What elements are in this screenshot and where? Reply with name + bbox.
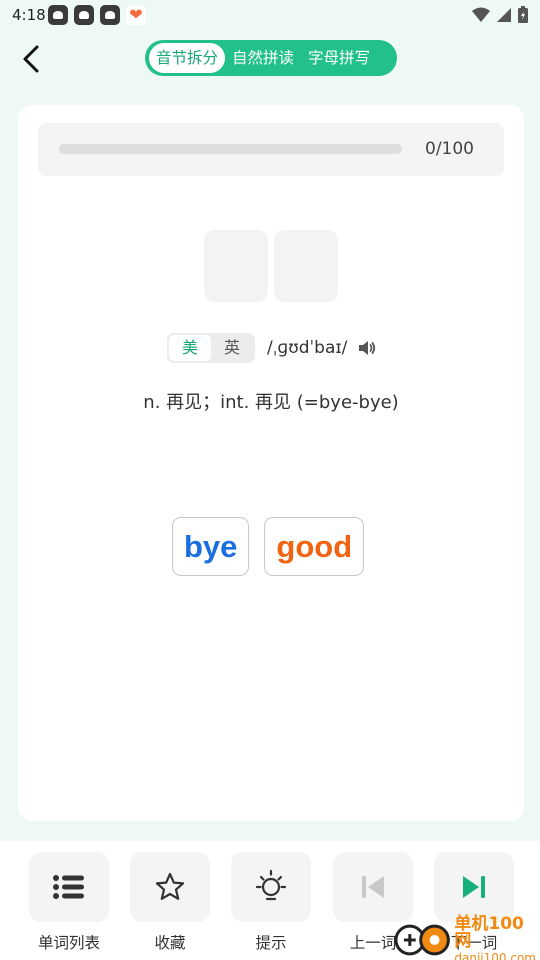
- app-notification-icon: [48, 5, 68, 25]
- watermark-title: 单机100网: [454, 914, 524, 951]
- skip-next-icon: [463, 876, 485, 898]
- skip-previous-icon: [362, 876, 384, 898]
- status-bar: 4:18 ❤: [0, 0, 540, 32]
- answer-slot[interactable]: [274, 230, 338, 302]
- status-time: 4:18: [12, 6, 46, 24]
- progress-bar: [59, 144, 402, 154]
- app-notification-icon: [74, 5, 94, 25]
- word-list-label: 单词列表: [37, 934, 100, 952]
- watermark: 单机100网 danji100.com: [393, 916, 540, 960]
- status-app-icons: ❤: [48, 5, 146, 25]
- answer-slot[interactable]: [204, 230, 268, 302]
- tab-spelling[interactable]: 字母拼写: [301, 43, 377, 73]
- favorite-label: 收藏: [154, 934, 186, 952]
- accent-toggle: 美 英: [167, 333, 255, 363]
- heart-app-icon: ❤: [126, 5, 146, 25]
- progress-box: 0/100: [38, 123, 504, 176]
- app-notification-icon: [100, 5, 120, 25]
- back-button[interactable]: [14, 42, 48, 76]
- wifi-icon: [472, 7, 490, 22]
- hint-label: 提示: [255, 934, 287, 952]
- signal-icon: [497, 7, 511, 22]
- accent-us-option[interactable]: 美: [169, 335, 211, 361]
- favorite-button[interactable]: 收藏: [130, 852, 210, 953]
- phonetic-text: /ˌɡʊdˈbaɪ/: [267, 338, 348, 358]
- word-card: 0/100 美 英 /ˌɡʊdˈbaɪ/ n. 再见；int. 再见 (=bye…: [18, 105, 524, 821]
- watermark-url: danji100.com: [454, 951, 536, 960]
- definition-text: n. 再见；int. 再见 (=bye-bye): [143, 392, 399, 413]
- chevron-left-icon: [23, 45, 39, 73]
- pronunciation-row: 美 英 /ˌɡʊdˈbaɪ/: [167, 333, 377, 363]
- watermark-logo: [394, 924, 450, 956]
- syllable-option-good[interactable]: good: [264, 517, 365, 576]
- progress-text: 0/100: [425, 139, 474, 159]
- star-icon: [155, 872, 185, 900]
- answer-slots: [204, 230, 338, 302]
- mode-tabs: 音节拆分 自然拼读 字母拼写: [145, 40, 397, 76]
- word-list-button[interactable]: 单词列表: [29, 852, 109, 953]
- hint-button[interactable]: 提示: [231, 852, 311, 953]
- syllable-options: bye good: [172, 517, 365, 576]
- speaker-icon[interactable]: [357, 338, 377, 358]
- tab-syllable-split[interactable]: 音节拆分: [149, 43, 226, 73]
- system-status-icons: [472, 6, 528, 23]
- tab-phonics[interactable]: 自然拼读: [225, 43, 301, 73]
- lightbulb-icon: [255, 869, 287, 901]
- list-icon: [53, 875, 84, 899]
- syllable-option-bye[interactable]: bye: [172, 517, 250, 576]
- accent-uk-option[interactable]: 英: [211, 335, 253, 361]
- battery-icon: [518, 6, 528, 23]
